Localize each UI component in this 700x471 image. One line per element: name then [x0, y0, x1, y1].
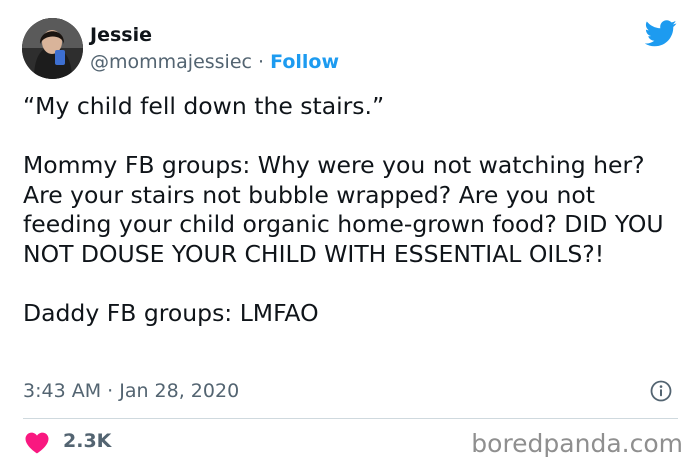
watermark: boredpanda.com — [471, 429, 683, 458]
divider — [23, 418, 678, 419]
tweet-text: “My child fell down the stairs.” Mommy F… — [23, 92, 683, 328]
tweet-timestamp[interactable]: 3:43 AM · Jan 28, 2020 — [23, 378, 239, 404]
avatar[interactable] — [22, 18, 83, 79]
author-handle[interactable]: @mommajessiec — [90, 51, 252, 73]
heart-icon[interactable] — [25, 432, 49, 454]
info-icon[interactable] — [650, 380, 672, 402]
follow-button[interactable]: Follow — [270, 51, 339, 73]
author-handle-row: @mommajessiec · Follow — [90, 49, 339, 75]
tweet-paragraph: “My child fell down the stairs.” — [23, 92, 385, 120]
author-display-name[interactable]: Jessie — [90, 22, 152, 48]
twitter-bird-icon[interactable] — [645, 20, 677, 47]
handle-separator: · — [258, 51, 265, 73]
like-count[interactable]: 2.3K — [63, 428, 111, 454]
tweet-card: Jessie @mommajessiec · Follow “My child … — [0, 0, 700, 471]
tweet-paragraph: Daddy FB groups: LMFAO — [23, 298, 319, 327]
tweet-paragraph: Mommy FB groups: Why were you not watchi… — [23, 151, 664, 268]
